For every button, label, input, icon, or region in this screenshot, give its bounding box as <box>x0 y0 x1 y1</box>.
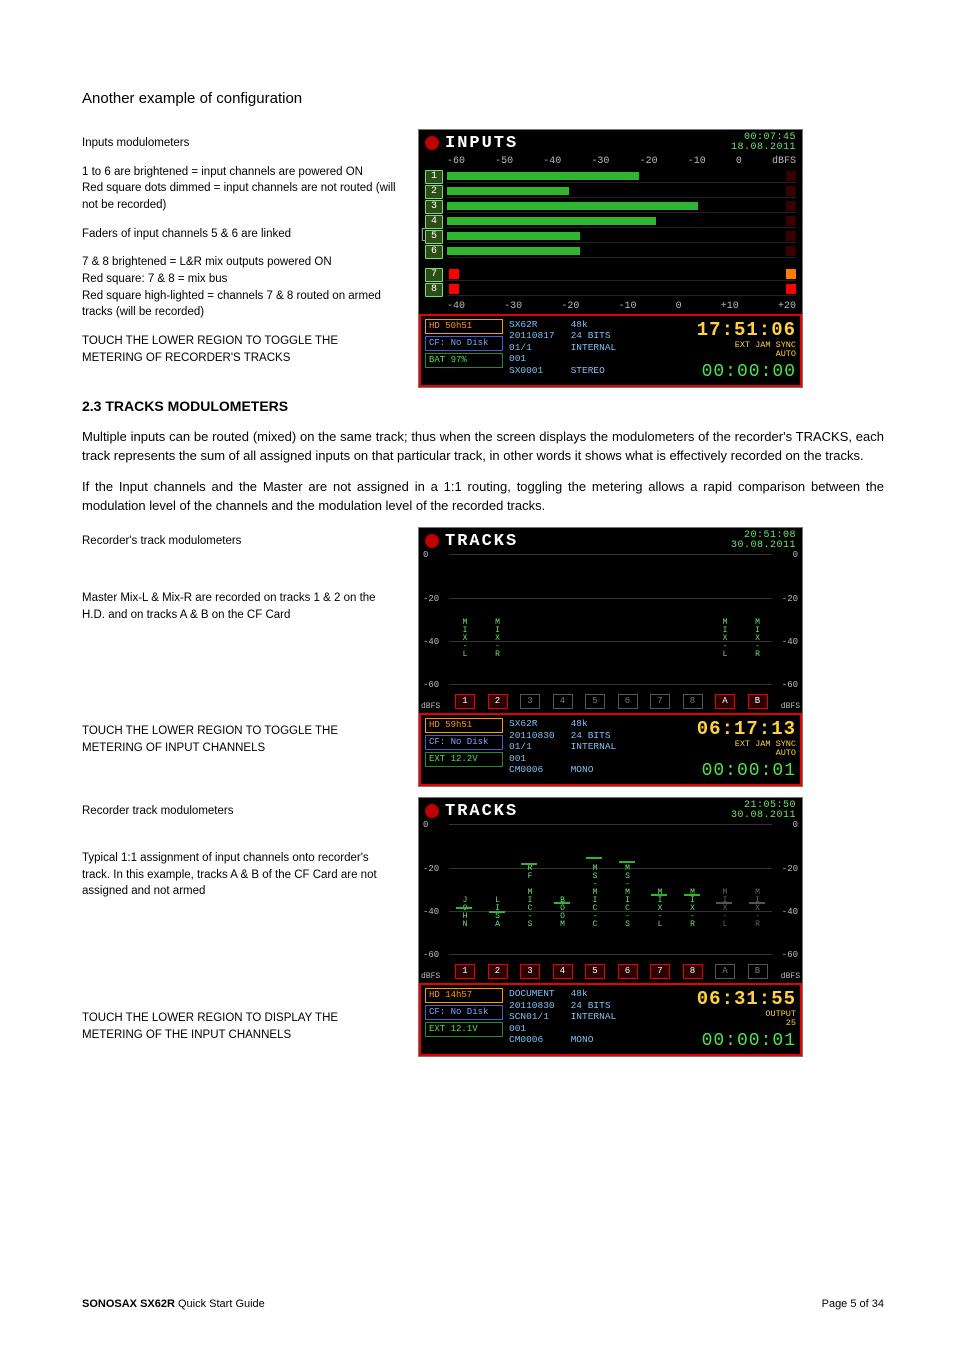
tracks-section-heading: 2.3 TRACKS MODULOMETERS <box>82 398 884 414</box>
tracks2-status-region[interactable]: HD 14h57CF: No DiskEXT 12.1VDOCUMENT2011… <box>419 983 802 1056</box>
tracks2-captions: Recorder track modulometers Typical 1:1 … <box>82 797 398 1057</box>
record-dot-icon <box>425 136 439 150</box>
record-dot-icon <box>425 804 439 818</box>
page-footer: SONOSAX SX62R Quick Start Guide Page 5 o… <box>82 1298 884 1310</box>
tracks1-plot: 00-20-20-40-40-60-60dBFSdBFS1MIX-L2MIX-R… <box>425 554 796 709</box>
inputs-status-region[interactable]: HD 50h51CF: No DiskBAT 97%SX62R201108170… <box>419 314 802 387</box>
record-dot-icon <box>425 534 439 548</box>
inputs-bottom-scale: -40-30-20-100+10+20 <box>419 301 802 314</box>
tracks1-captions: Recorder's track modulometers Master Mix… <box>82 527 398 787</box>
tracks2-device-screen: TRACKS 21:05:5030.08.2011 00-20-20-40-40… <box>418 797 803 1057</box>
tracks1-status-region[interactable]: HD 59h51CF: No DiskEXT 12.2VSX62R2011083… <box>419 713 802 786</box>
body-p1: Multiple inputs can be routed (mixed) on… <box>82 428 884 466</box>
tracks2-plot: 00-20-20-40-40-60-60dBFSdBFS1JOHN2LISA3R… <box>425 824 796 979</box>
inputs-top-scale: -60-50-40-30-20-100dBFS <box>419 156 802 169</box>
body-p2: If the Input channels and the Master are… <box>82 478 884 516</box>
tracks1-device-screen: TRACKS 20:51:0830.08.2011 00-20-20-40-40… <box>418 527 803 787</box>
inputs-clock: 00:07:4518.08.2011 <box>731 133 796 153</box>
inputs-meters: 1234[5678 <box>419 169 802 301</box>
inputs-captions: Inputs modulometers 1 to 6 are brightene… <box>82 129 398 388</box>
inputs-title: INPUTS <box>445 134 518 153</box>
inputs-device-screen: INPUTS 00:07:4518.08.2011 -60-50-40-30-2… <box>418 129 803 388</box>
config-heading: Another example of configuration <box>82 90 884 107</box>
